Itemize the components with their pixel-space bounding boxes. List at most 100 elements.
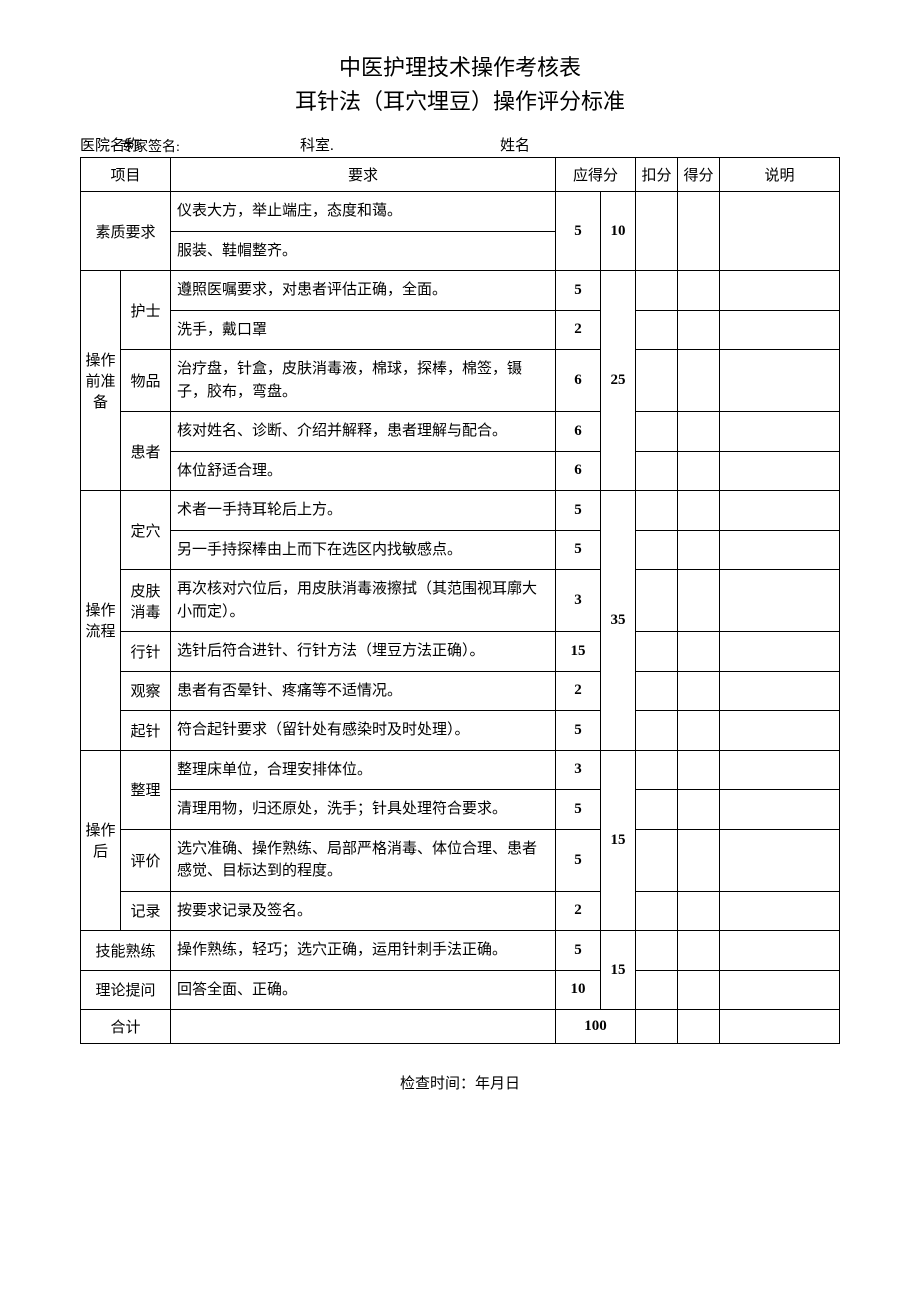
section-total: 15 — [600, 750, 635, 931]
table-row: 另一手持探棒由上而下在选区内找敏感点。 5 — [81, 530, 840, 570]
note-cell[interactable] — [720, 790, 840, 830]
page-title: 中医护理技术操作考核表 — [80, 50, 840, 82]
section-quality: 素质要求 — [81, 192, 171, 271]
table-row: 起针 符合起针要求（留针处有感染时及时处理）。 5 — [81, 711, 840, 751]
note-cell[interactable] — [720, 671, 840, 711]
req-text: 整理床单位，合理安排体位。 — [171, 750, 556, 790]
note-cell[interactable] — [720, 530, 840, 570]
got-cell[interactable] — [678, 570, 720, 632]
deduct-cell[interactable] — [636, 570, 678, 632]
note-cell[interactable] — [720, 412, 840, 452]
deduct-cell[interactable] — [636, 829, 678, 891]
sub-items: 物品 — [121, 350, 171, 412]
score: 2 — [555, 310, 600, 350]
deduct-cell[interactable] — [636, 750, 678, 790]
got-cell[interactable] — [678, 530, 720, 570]
req-text: 仪表大方，举止端庄，态度和蔼。 — [171, 192, 556, 232]
page-subtitle: 耳针法（耳穴埋豆）操作评分标准 — [80, 84, 840, 116]
deduct-cell[interactable] — [636, 970, 678, 1010]
table-row: 技能熟练 操作熟练，轻巧；选穴正确，运用针刺手法正确。 5 15 — [81, 931, 840, 971]
deduct-cell[interactable] — [636, 671, 678, 711]
section-total: 15 — [600, 931, 635, 1010]
got-cell[interactable] — [678, 271, 720, 311]
got-cell[interactable] — [678, 970, 720, 1010]
deduct-cell[interactable] — [636, 790, 678, 830]
deduct-cell[interactable] — [636, 451, 678, 491]
got-cell[interactable] — [678, 750, 720, 790]
got-cell[interactable] — [678, 931, 720, 971]
note-cell[interactable] — [720, 711, 840, 751]
table-row: 皮肤消毒 再次核对穴位后，用皮肤消毒液擦拭（其范围视耳廓大小而定）。 3 — [81, 570, 840, 632]
got-cell[interactable] — [678, 192, 720, 271]
deduct-cell[interactable] — [636, 931, 678, 971]
req-text: 回答全面、正确。 — [171, 970, 556, 1010]
table-row: 观察 患者有否晕针、疼痛等不适情况。 2 — [81, 671, 840, 711]
req-text: 选穴准确、操作熟练、局部严格消毒、体位合理、患者感觉、目标达到的程度。 — [171, 829, 556, 891]
note-cell[interactable] — [720, 192, 840, 271]
col-score-due: 应得分 — [555, 158, 635, 192]
section-total: 10 — [600, 192, 635, 271]
req-text: 再次核对穴位后，用皮肤消毒液擦拭（其范围视耳廓大小而定）。 — [171, 570, 556, 632]
table-row: 评价 选穴准确、操作熟练、局部严格消毒、体位合理、患者感觉、目标达到的程度。 5 — [81, 829, 840, 891]
note-cell[interactable] — [720, 891, 840, 931]
deduct-cell[interactable] — [636, 1010, 678, 1044]
section-total: 35 — [600, 491, 635, 751]
note-cell[interactable] — [720, 310, 840, 350]
req-text: 另一手持探棒由上而下在选区内找敏感点。 — [171, 530, 556, 570]
got-cell[interactable] — [678, 451, 720, 491]
got-cell[interactable] — [678, 350, 720, 412]
deduct-cell[interactable] — [636, 711, 678, 751]
assessment-table: 项目 要求 应得分 扣分 得分 说明 素质要求 仪表大方，举止端庄，态度和蔼。 … — [80, 157, 840, 1044]
table-row: 合计 100 — [81, 1010, 840, 1044]
note-cell[interactable] — [720, 931, 840, 971]
got-cell[interactable] — [678, 829, 720, 891]
hospital-label: 医院名称 — [80, 134, 300, 155]
note-cell[interactable] — [720, 570, 840, 632]
deduct-cell[interactable] — [636, 310, 678, 350]
note-cell[interactable] — [720, 1010, 840, 1044]
table-row: 洗手，戴口罩 2 — [81, 310, 840, 350]
note-cell[interactable] — [720, 750, 840, 790]
col-requirement: 要求 — [171, 158, 556, 192]
note-cell[interactable] — [720, 350, 840, 412]
table-row: 理论提问 回答全面、正确。 10 — [81, 970, 840, 1010]
score: 10 — [555, 970, 600, 1010]
got-cell[interactable] — [678, 671, 720, 711]
sub-disinfect: 皮肤消毒 — [121, 570, 171, 632]
note-cell[interactable] — [720, 451, 840, 491]
got-cell[interactable] — [678, 711, 720, 751]
deduct-cell[interactable] — [636, 271, 678, 311]
deduct-cell[interactable] — [636, 192, 678, 271]
note-cell[interactable] — [720, 632, 840, 672]
section-process: 操作流程 — [81, 491, 121, 751]
got-cell[interactable] — [678, 1010, 720, 1044]
deduct-cell[interactable] — [636, 350, 678, 412]
req-text: 符合起针要求（留针处有感染时及时处理）。 — [171, 711, 556, 751]
sub-tidy: 整理 — [121, 750, 171, 829]
col-deduct: 扣分 — [636, 158, 678, 192]
score: 5 — [555, 530, 600, 570]
sub-observe: 观察 — [121, 671, 171, 711]
req-text: 洗手，戴口罩 — [171, 310, 556, 350]
got-cell[interactable] — [678, 412, 720, 452]
note-cell[interactable] — [720, 829, 840, 891]
header-info: 医院名称 专家签名: 科室. 姓名 — [80, 134, 840, 155]
deduct-cell[interactable] — [636, 412, 678, 452]
expert-signature-label: 专家签名: — [120, 136, 180, 156]
got-cell[interactable] — [678, 491, 720, 531]
note-cell[interactable] — [720, 970, 840, 1010]
deduct-cell[interactable] — [636, 491, 678, 531]
got-cell[interactable] — [678, 310, 720, 350]
got-cell[interactable] — [678, 891, 720, 931]
req-text: 遵照医嘱要求，对患者评估正确，全面。 — [171, 271, 556, 311]
deduct-cell[interactable] — [636, 632, 678, 672]
note-cell[interactable] — [720, 271, 840, 311]
deduct-cell[interactable] — [636, 891, 678, 931]
got-cell[interactable] — [678, 632, 720, 672]
score: 5 — [555, 829, 600, 891]
score: 15 — [555, 632, 600, 672]
note-cell[interactable] — [720, 491, 840, 531]
got-cell[interactable] — [678, 790, 720, 830]
deduct-cell[interactable] — [636, 530, 678, 570]
req-text: 患者有否晕针、疼痛等不适情况。 — [171, 671, 556, 711]
